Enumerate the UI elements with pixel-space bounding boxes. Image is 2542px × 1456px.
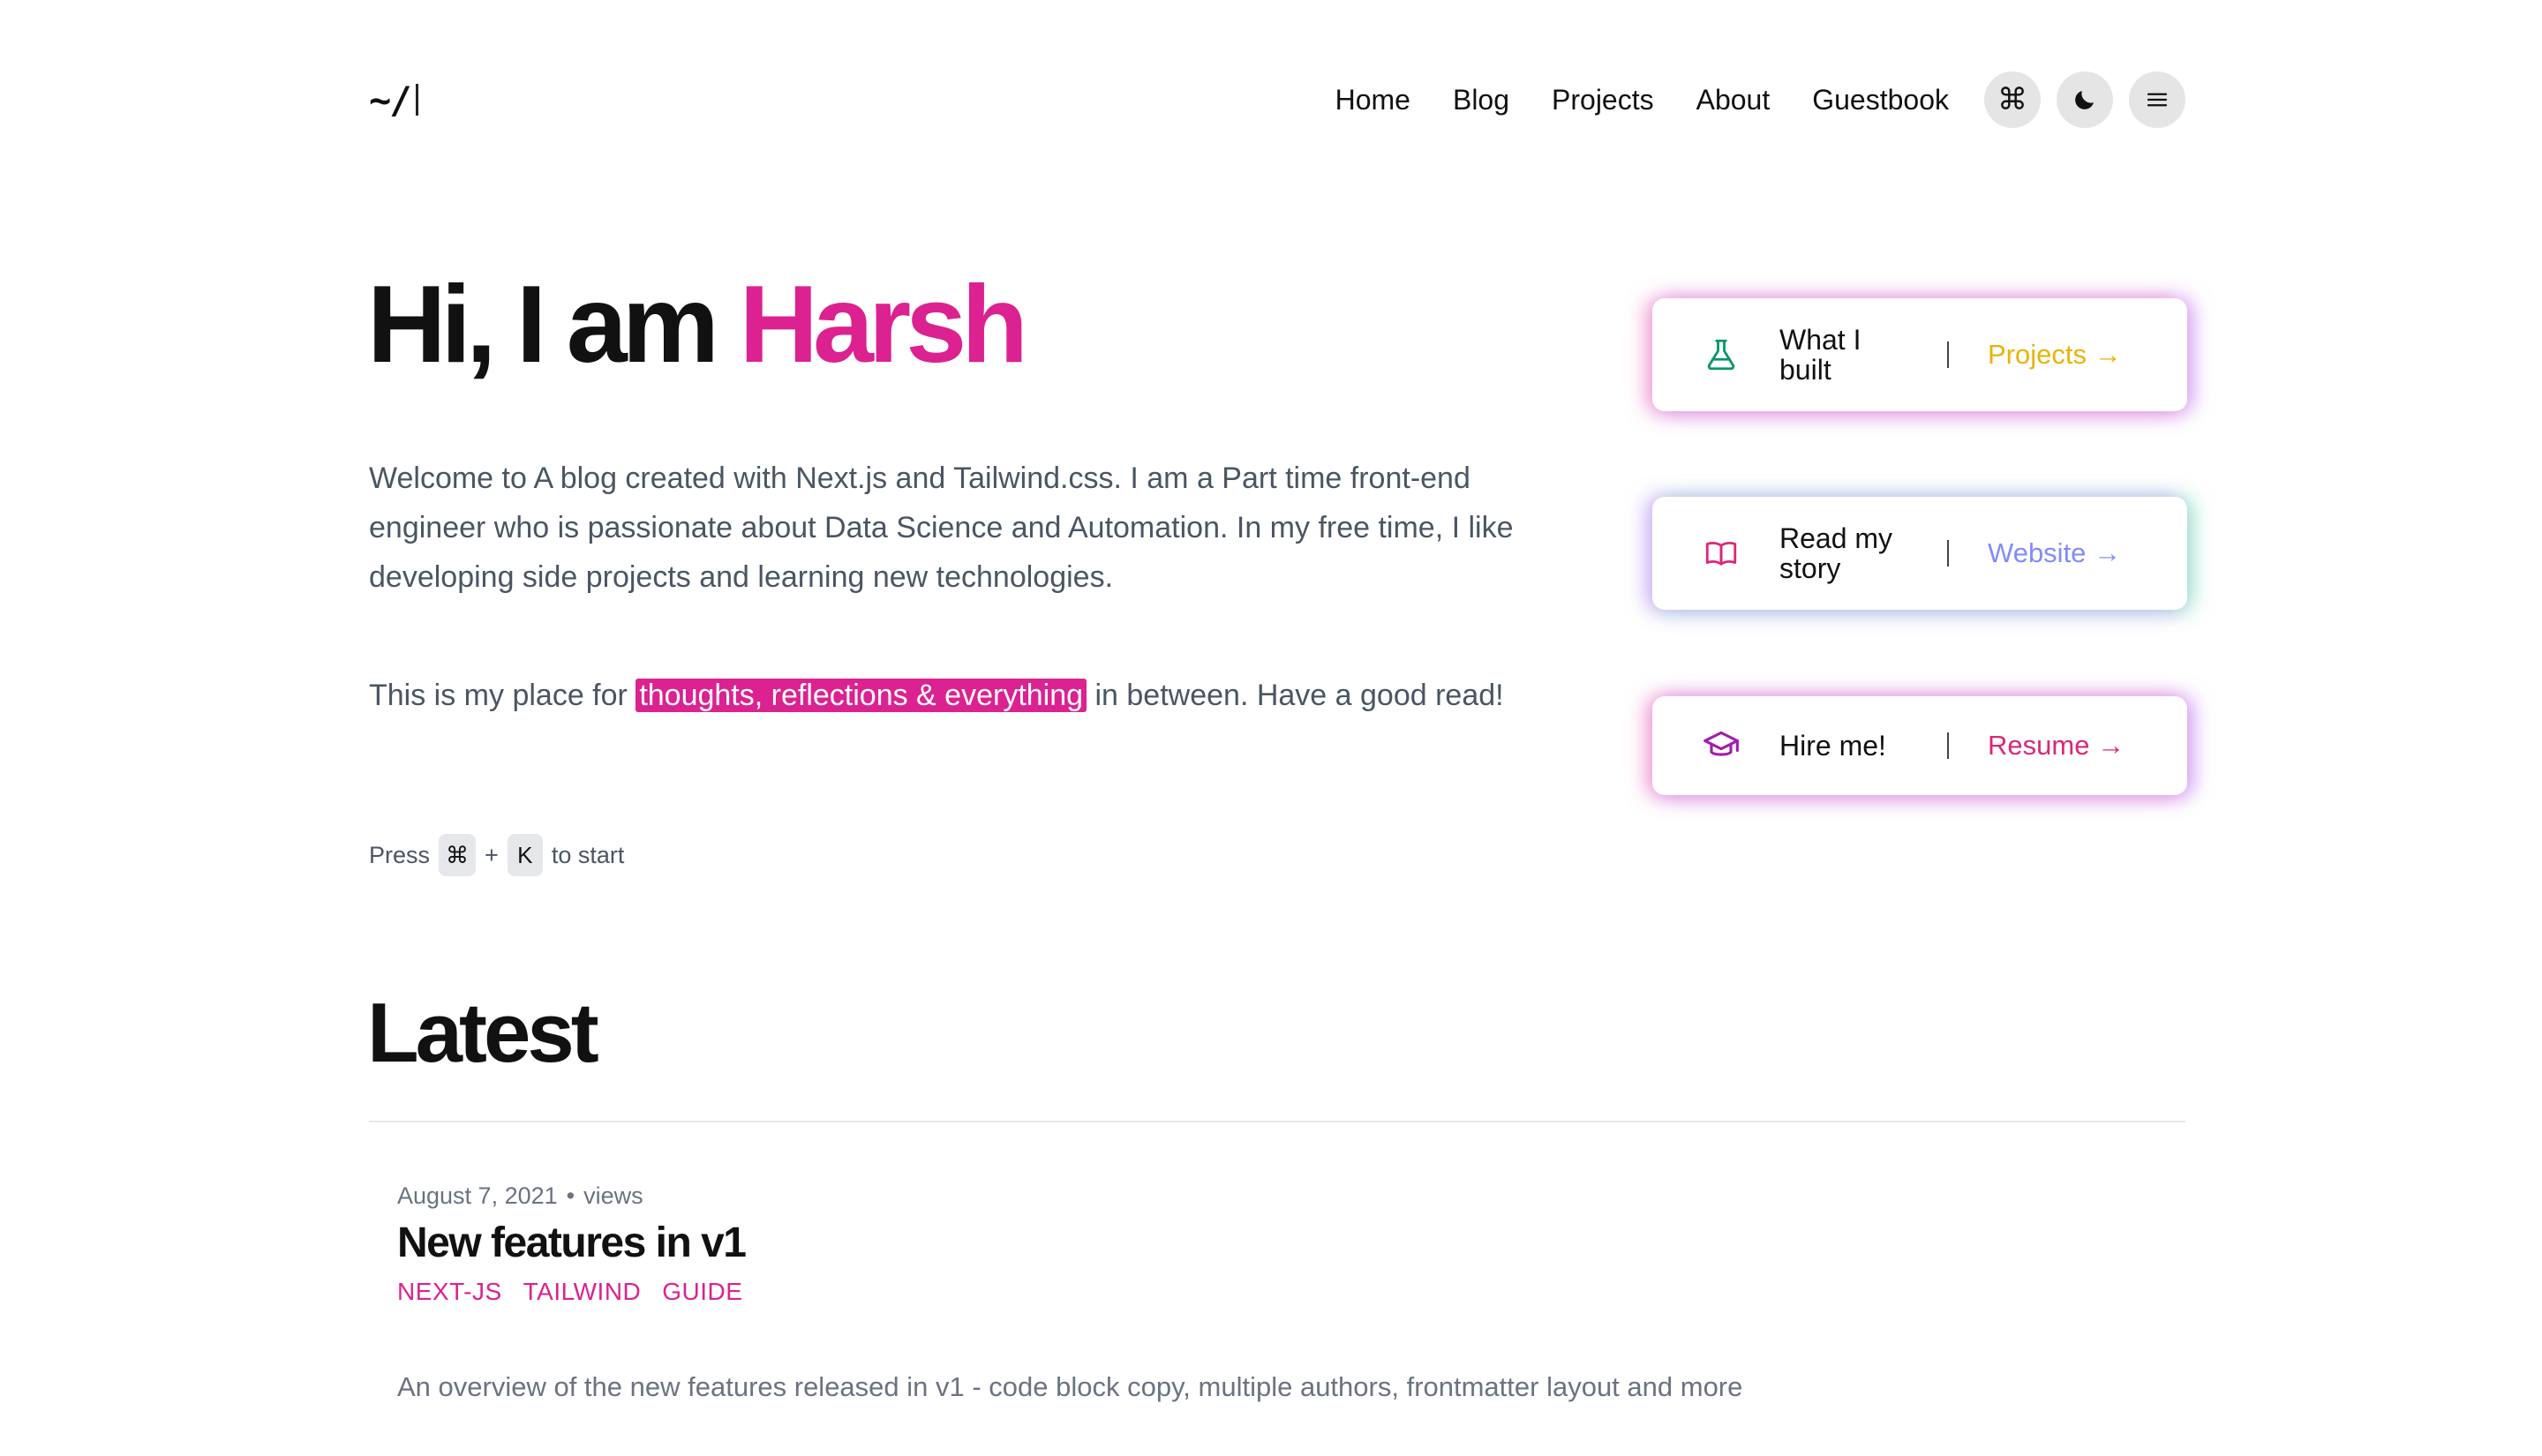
tag-tailwind[interactable]: TAILWIND (523, 1278, 642, 1306)
post-date: August 7, 2021 (397, 1182, 558, 1209)
card-what-i-built[interactable]: What I built Projects → (1652, 298, 2187, 411)
projects-link[interactable]: Projects → (1988, 339, 2122, 371)
command-icon: ⌘ (1997, 82, 2027, 117)
hero-heading: Hi, I am Harsh (367, 264, 1028, 386)
tag-guide[interactable]: GUIDE (662, 1278, 742, 1306)
hamburger-menu-icon (2147, 93, 2168, 107)
tagline-highlight: thoughts, reflections & everything (636, 679, 1087, 712)
nav-blog[interactable]: Blog (1453, 84, 1509, 116)
post-tags: NEXT-JS TAILWIND GUIDE (397, 1278, 2127, 1306)
card-label: Read my story (1779, 522, 1893, 584)
academic-cap-icon (1702, 726, 1741, 765)
theme-toggle-button[interactable] (2057, 71, 2113, 128)
command-key: ⌘ (439, 834, 477, 876)
press-prefix: Press (369, 841, 431, 868)
site-header: ~/ Home Blog Projects About Guestbook ⌘ (369, 69, 2185, 131)
nav-home[interactable]: Home (1335, 84, 1410, 116)
intro-paragraph: Welcome to A blog created with Next.js a… (369, 462, 1514, 594)
tagline-after: in between. Have a good read! (1087, 679, 1504, 712)
card-label: Hire me! (1779, 730, 1886, 762)
tagline-paragraph: This is my place for thoughts, reflectio… (369, 671, 1569, 720)
hero-name: Harsh (739, 264, 1027, 386)
post-views: views (583, 1182, 643, 1209)
nav-guestbook[interactable]: Guestbook (1812, 84, 1949, 116)
card-divider (1947, 540, 1949, 567)
section-divider (369, 1121, 2185, 1122)
post-item: August 7, 2021 • views New features in v… (397, 1182, 2127, 1403)
card-divider (1947, 341, 1949, 368)
post-summary: An overview of the new features released… (397, 1371, 1743, 1403)
website-link[interactable]: Website → (1988, 537, 2121, 569)
resume-link[interactable]: Resume → (1988, 730, 2125, 762)
card-divider (1947, 732, 1949, 759)
latest-heading: Latest (367, 986, 599, 1080)
logo-cursor (415, 84, 418, 116)
menu-button[interactable] (2129, 71, 2185, 128)
card-hire-me[interactable]: Hire me! Resume → (1652, 696, 2187, 795)
moon-icon (2075, 91, 2094, 109)
command-palette-button[interactable]: ⌘ (1984, 71, 2041, 128)
tag-next-js[interactable]: NEXT-JS (397, 1278, 502, 1306)
logo-text: ~/ (369, 78, 412, 122)
card-read-my-story[interactable]: Read my story Website → (1652, 497, 2187, 610)
site-logo[interactable]: ~/ (369, 79, 418, 122)
press-suffix: to start (551, 841, 625, 868)
tagline-before: This is my place for (369, 679, 636, 712)
beaker-icon (1702, 335, 1741, 374)
post-title: New features in v1 (397, 1219, 2127, 1267)
post-title-link[interactable]: New features in v1 (397, 1220, 747, 1266)
k-key: K (507, 834, 543, 876)
post-meta: August 7, 2021 • views (397, 1182, 2127, 1210)
keyboard-hint: Press ⌘ + K to start (369, 834, 624, 876)
card-label: What I built (1779, 324, 1861, 386)
nav-about[interactable]: About (1696, 84, 1771, 116)
hero-greeting: Hi, I am (367, 264, 740, 386)
book-open-icon (1702, 534, 1741, 573)
plus-sign: + (485, 841, 499, 868)
nav-projects[interactable]: Projects (1552, 84, 1654, 116)
main-nav: Home Blog Projects About Guestbook ⌘ (1335, 71, 2185, 128)
meta-separator: • (566, 1182, 575, 1209)
